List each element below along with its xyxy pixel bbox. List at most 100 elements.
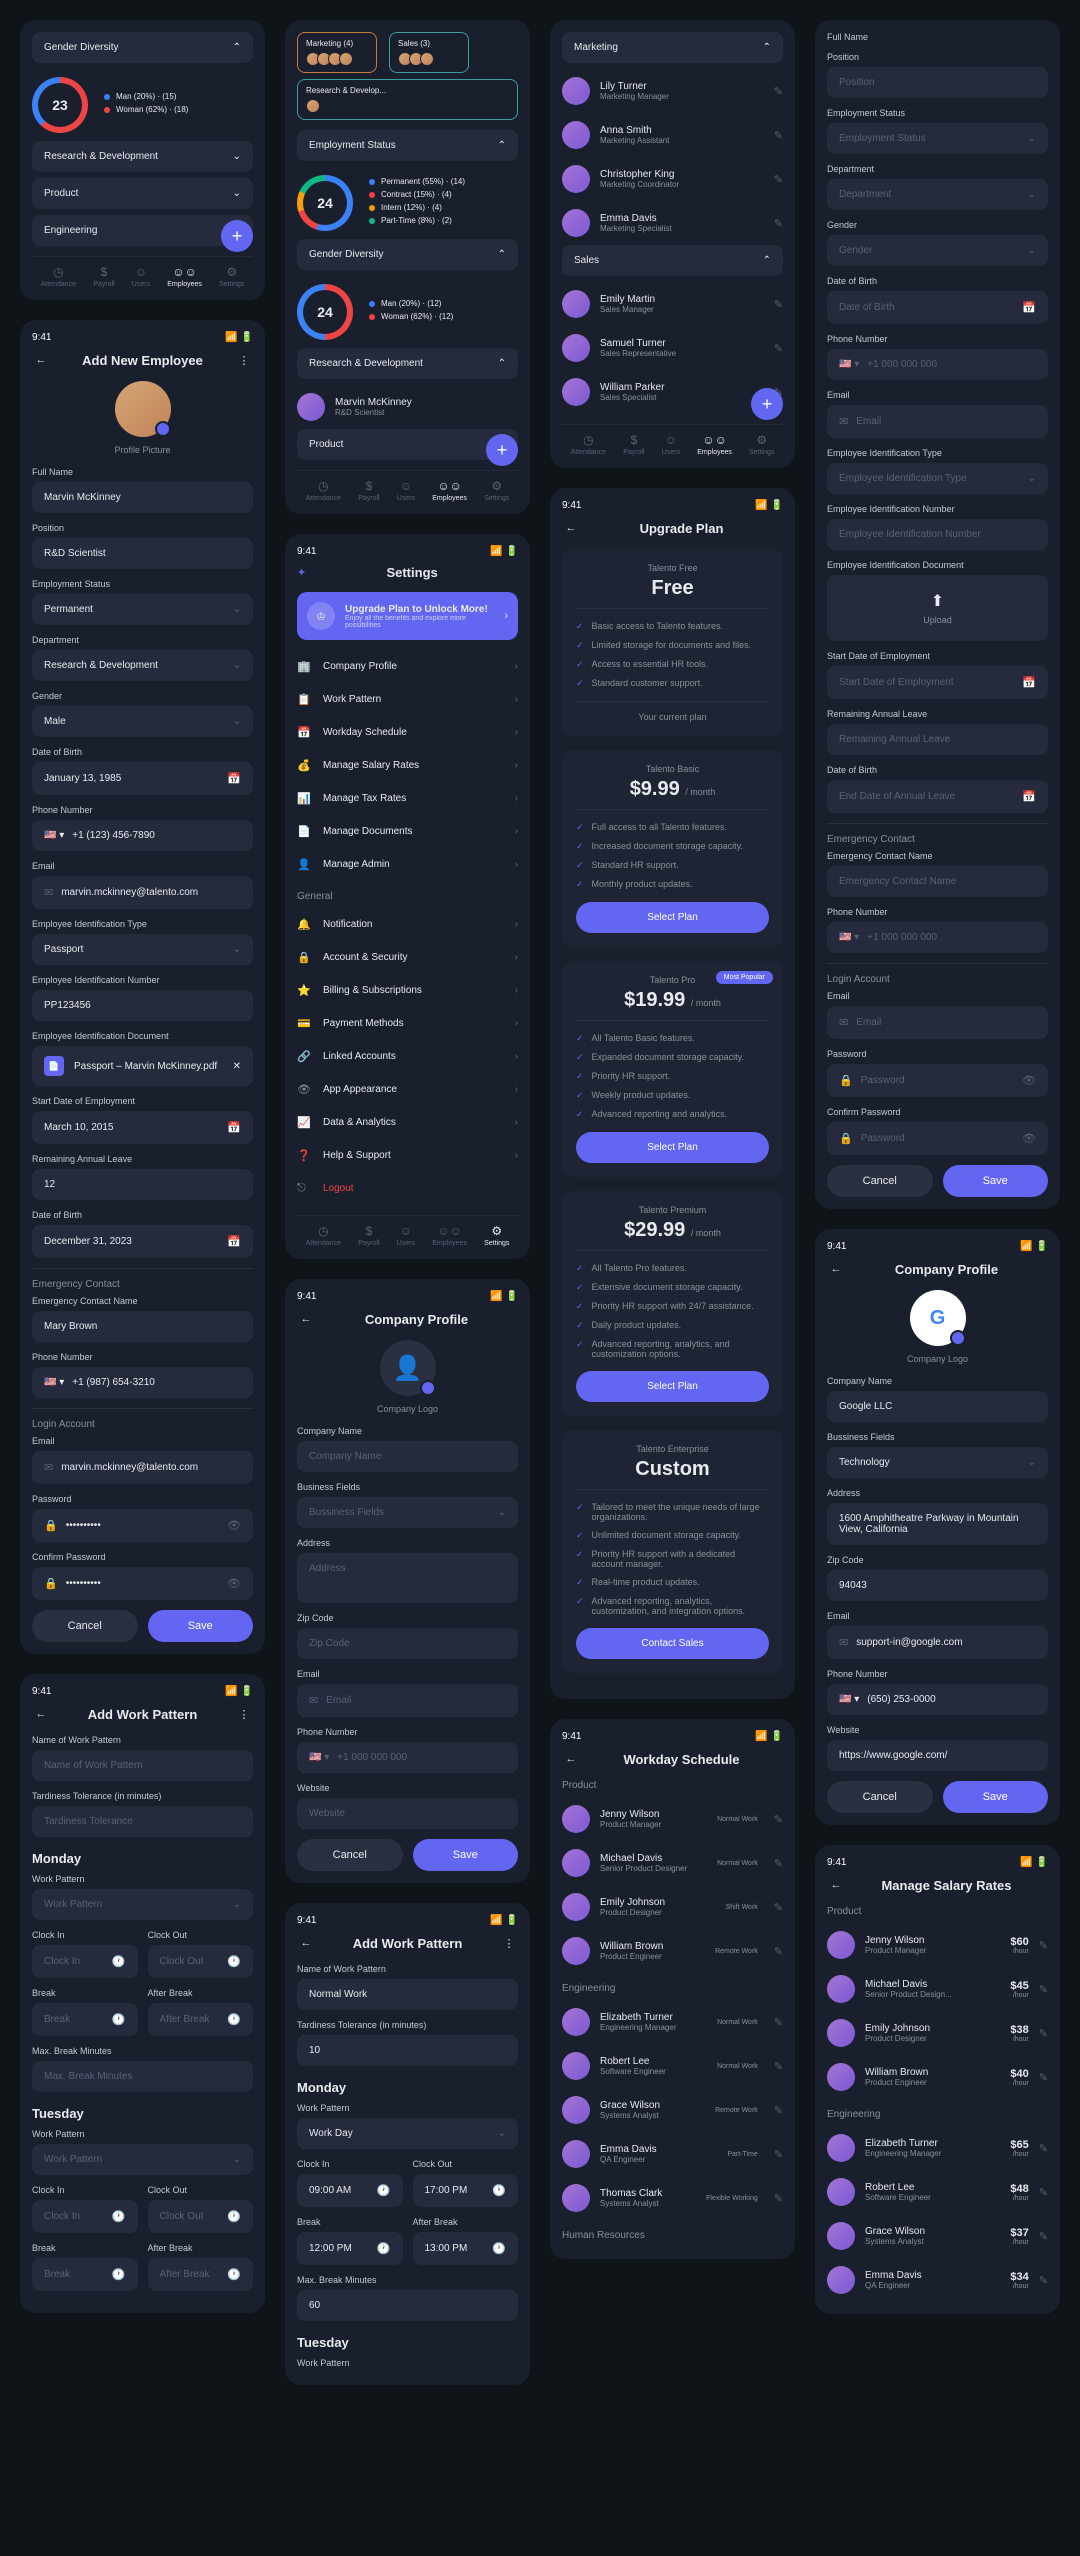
team-marketing[interactable]: Marketing (4)	[297, 32, 377, 73]
edit-icon[interactable]: ✎	[774, 1813, 783, 1826]
more-icon[interactable]: ⋮	[235, 351, 253, 369]
company-logo[interactable]: G	[910, 1290, 966, 1346]
emp-status-header[interactable]: Employment Status⌃	[297, 130, 518, 161]
nav-settings[interactable]: ⚙Settings	[484, 479, 509, 502]
file-row[interactable]: 📄 Passport – Marvin McKinney.pdf ✕	[32, 1046, 253, 1086]
nav-employees[interactable]: ☺☺Employees	[432, 479, 467, 502]
enddate-input[interactable]: December 31, 2023📅	[32, 1225, 253, 1258]
settings-item[interactable]: ⭐Billing & Subscriptions›	[297, 974, 518, 1007]
back-icon[interactable]: ←	[827, 1876, 845, 1894]
settings-item[interactable]: 📅Workday Schedule›	[297, 716, 518, 749]
clockin-input[interactable]: Clock In🕐	[32, 1945, 138, 1978]
business-select[interactable]: Technology⌄	[827, 1447, 1048, 1478]
salary-row[interactable]: Robert LeeSoftware Engineer$48/hour✎	[827, 2170, 1048, 2214]
password-input[interactable]: 🔒Password👁	[827, 1064, 1048, 1097]
nav-attendance[interactable]: ◷Attendance	[41, 265, 76, 288]
wp-select[interactable]: Work Day⌄	[297, 2118, 518, 2149]
schedule-row[interactable]: Emma DavisQA EngineerPart-Time✎	[562, 2132, 783, 2176]
break-input[interactable]: Break🕐	[32, 2003, 138, 2036]
salary-row[interactable]: Michael DavisSenior Product Design...$45…	[827, 1967, 1048, 2011]
edit-icon[interactable]: ✎	[774, 2104, 783, 2117]
maxbreak-input[interactable]: Max. Break Minutes	[32, 2061, 253, 2092]
back-icon[interactable]: ←	[297, 1934, 315, 1952]
website-input[interactable]: https://www.google.com/	[827, 1740, 1048, 1771]
afterbreak-input-tue[interactable]: After Break🕐	[148, 2258, 254, 2291]
idnumber-input[interactable]: Employee Identification Number	[827, 519, 1048, 550]
employee-row[interactable]: Anna SmithMarketing Assistant✎	[562, 113, 783, 157]
select-plan-button[interactable]: Select Plan	[576, 1132, 769, 1163]
website-input[interactable]: Website	[297, 1798, 518, 1829]
settings-item[interactable]: 🔔Notification›	[297, 908, 518, 941]
schedule-row[interactable]: Robert LeeSoftware EngineerNormal Work✎	[562, 2044, 783, 2088]
wp-name-input[interactable]: Name of Work Pattern	[32, 1750, 253, 1781]
nav-settings[interactable]: ⚙Settings	[749, 433, 774, 456]
nav-attendance[interactable]: ◷Attendance	[306, 479, 341, 502]
employment-select[interactable]: Employment Status⌄	[827, 123, 1048, 154]
business-select[interactable]: Bussiness Fields⌄	[297, 1497, 518, 1528]
maxbreak-input[interactable]: 60	[297, 2290, 518, 2321]
marketing-header[interactable]: Marketing⌃	[562, 32, 783, 63]
emergency-phone-input[interactable]: 🇺🇸 ▾+1 000 000 000	[827, 922, 1048, 953]
clockout-input[interactable]: 17:00 PM🕐	[413, 2174, 519, 2207]
gender-section-header[interactable]: Gender Diversity ⌃	[32, 32, 253, 63]
logout-item[interactable]: ⎋ Logout	[297, 1172, 518, 1205]
phone-input[interactable]: 🇺🇸 ▾+1 (123) 456-7890	[32, 820, 253, 851]
edit-icon[interactable]: ✎	[774, 2192, 783, 2205]
email-input[interactable]: ✉marvin.mckinney@talento.com	[32, 876, 253, 909]
settings-item[interactable]: 🔒Account & Security›	[297, 941, 518, 974]
settings-item[interactable]: 🏢Company Profile›	[297, 650, 518, 683]
more-icon[interactable]: ⋮	[235, 1705, 253, 1723]
edit-icon[interactable]: ✎	[774, 129, 783, 142]
back-icon[interactable]: ←	[562, 519, 580, 537]
settings-item[interactable]: 👤Manage Admin›	[297, 848, 518, 881]
nav-payroll[interactable]: $Payroll	[358, 479, 379, 502]
nav-employees[interactable]: ☺☺Employees	[697, 433, 732, 456]
edit-icon[interactable]: ✎	[1039, 2274, 1048, 2287]
select-plan-button[interactable]: Select Plan	[576, 1371, 769, 1402]
confirm-password-input[interactable]: 🔒Password👁	[827, 1122, 1048, 1155]
clockout-input-tue[interactable]: Clock Out🕐	[148, 2200, 254, 2233]
phone-input[interactable]: 🇺🇸 ▾(650) 253-0000	[827, 1684, 1048, 1715]
schedule-row[interactable]: Elizabeth TurnerEngineering ManagerNorma…	[562, 2000, 783, 2044]
nav-settings[interactable]: ⚙Settings	[219, 265, 244, 288]
cancel-button[interactable]: Cancel	[827, 1165, 933, 1197]
nav-users[interactable]: ☺Users	[662, 433, 680, 456]
nav-payroll[interactable]: $Payroll	[93, 265, 114, 288]
clockin-input-tue[interactable]: Clock In🕐	[32, 2200, 138, 2233]
schedule-row[interactable]: Thomas ClarkSystems AnalystFlexible Work…	[562, 2176, 783, 2220]
leave-input[interactable]: 12	[32, 1169, 253, 1200]
nav-employees[interactable]: ☺☺Employees	[432, 1224, 467, 1247]
password-input[interactable]: 🔒••••••••••👁	[32, 1509, 253, 1542]
salary-row[interactable]: William BrownProduct Engineer$40/hour✎	[827, 2055, 1048, 2099]
login-email-input[interactable]: ✉marvin.mckinney@talento.com	[32, 1451, 253, 1484]
settings-item[interactable]: 👁App Appearance›	[297, 1073, 518, 1106]
dept-rd[interactable]: Research & Development⌄	[32, 141, 253, 172]
edit-icon[interactable]: ✎	[1039, 1983, 1048, 1996]
settings-item[interactable]: ❓Help & Support›	[297, 1139, 518, 1172]
edit-icon[interactable]: ✎	[774, 2148, 783, 2161]
idnumber-input[interactable]: PP123456	[32, 990, 253, 1021]
edit-icon[interactable]: ✎	[774, 85, 783, 98]
upgrade-banner[interactable]: ♔ Upgrade Plan to Unlock More! Enjoy all…	[297, 592, 518, 640]
fullname-input[interactable]: Marvin McKinney	[32, 482, 253, 513]
nav-attendance[interactable]: ◷Attendance	[571, 433, 606, 456]
settings-item[interactable]: 🔗Linked Accounts›	[297, 1040, 518, 1073]
edit-icon[interactable]: ✎	[774, 2060, 783, 2073]
nav-payroll[interactable]: $Payroll	[623, 433, 644, 456]
email-input[interactable]: ✉support-in@google.com	[827, 1626, 1048, 1659]
avatar[interactable]	[115, 381, 171, 437]
company-name-input[interactable]: Company Name	[297, 1441, 518, 1472]
nav-attendance[interactable]: ◷Attendance	[306, 1224, 341, 1247]
back-icon[interactable]: ←	[32, 351, 50, 369]
tardiness-input[interactable]: 10	[297, 2035, 518, 2066]
startdate-input[interactable]: Start Date of Employment📅	[827, 666, 1048, 699]
save-button[interactable]: Save	[413, 1839, 519, 1871]
edit-icon[interactable]: ✎	[1039, 2027, 1048, 2040]
dob-input[interactable]: January 13, 1985📅	[32, 762, 253, 795]
gender-select[interactable]: Male⌄	[32, 706, 253, 737]
product-header[interactable]: Product⌄	[297, 429, 518, 460]
logo-placeholder[interactable]: 👤	[380, 1340, 436, 1396]
schedule-row[interactable]: William BrownProduct EngineerRemote Work…	[562, 1929, 783, 1973]
company-name-input[interactable]: Google LLC	[827, 1391, 1048, 1422]
nav-users[interactable]: ☺Users	[397, 479, 415, 502]
